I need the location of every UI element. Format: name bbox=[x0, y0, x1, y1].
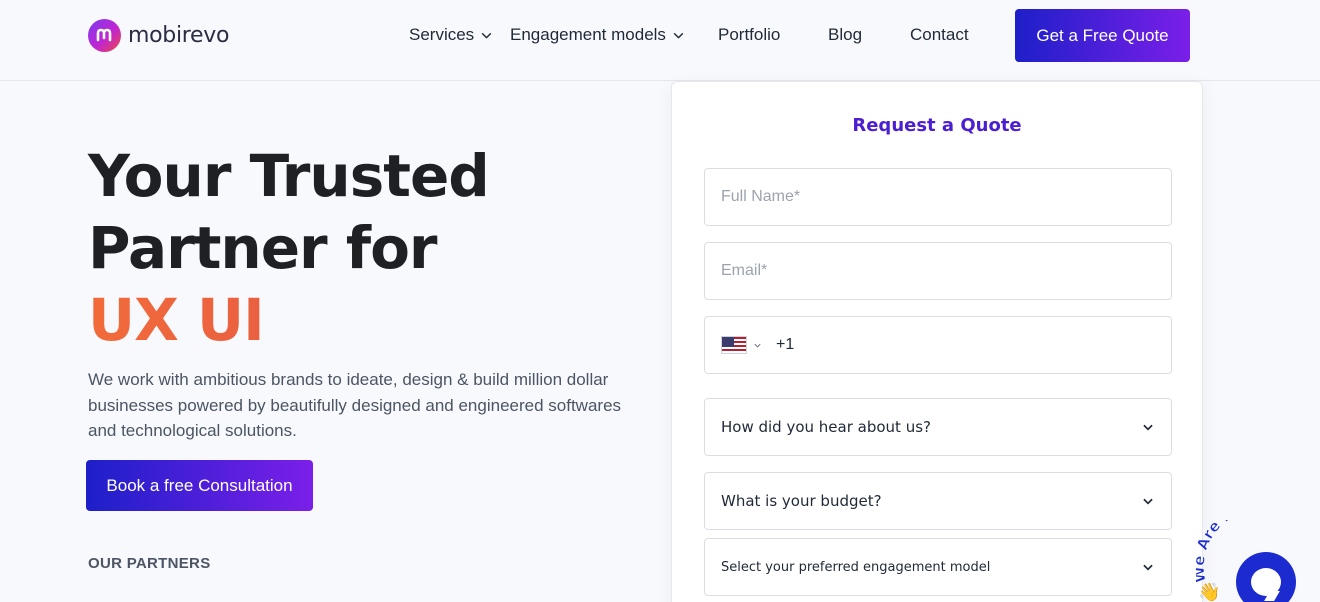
phone-country-code: +1 bbox=[776, 336, 795, 353]
chat-bubble-icon bbox=[1251, 568, 1281, 596]
get-free-quote-button[interactable]: Get a Free Quote bbox=[1015, 9, 1190, 62]
partners-heading: OUR PARTNERS bbox=[88, 555, 211, 572]
nav-item-label: Engagement models bbox=[510, 25, 666, 44]
email-field bbox=[704, 242, 1172, 300]
full-name-input[interactable] bbox=[721, 188, 1155, 206]
email-input[interactable] bbox=[721, 262, 1155, 280]
nav-item-label: Services bbox=[409, 25, 475, 44]
nav-item-portfolio[interactable]: Portfolio bbox=[718, 25, 780, 45]
site-header: mobirevo Services Engagement models Port… bbox=[0, 0, 1320, 81]
budget-select[interactable]: What is your budget? bbox=[704, 472, 1172, 530]
hero-title-line-2: Partner for bbox=[88, 214, 438, 282]
full-name-field bbox=[704, 168, 1172, 226]
main-nav: Services Engagement models Portfolio Blo… bbox=[0, 25, 1000, 47]
hero-title-line-1: Your Trusted bbox=[88, 142, 490, 210]
nav-item-label: Blog bbox=[828, 25, 863, 44]
hero-title-accent: UX UI bbox=[88, 284, 489, 356]
chevron-down-icon bbox=[1143, 564, 1153, 571]
chevron-down-icon bbox=[1143, 498, 1153, 505]
waving-hand-icon: 👋 bbox=[1198, 582, 1220, 602]
nav-item-label: Contact bbox=[910, 25, 969, 44]
hero-title: Your Trusted Partner for UX UI bbox=[88, 140, 490, 356]
us-flag-icon[interactable] bbox=[721, 336, 747, 354]
engagement-model-select-value: Select your preferred engagement model bbox=[721, 559, 991, 575]
form-title: Request a Quote bbox=[852, 115, 1022, 136]
chevron-down-icon bbox=[673, 32, 684, 39]
quote-form-card: Request a Quote +1 How did you hear abou… bbox=[671, 81, 1203, 602]
hear-about-select-value: How did you hear about us? bbox=[721, 418, 931, 436]
nav-item-engagement-models[interactable]: Engagement models bbox=[510, 25, 685, 45]
nav-item-services[interactable]: Services bbox=[409, 25, 493, 45]
phone-field[interactable]: +1 bbox=[704, 316, 1172, 374]
nav-item-label: Portfolio bbox=[718, 25, 781, 44]
nav-item-contact[interactable]: Contact bbox=[910, 25, 969, 45]
hear-about-select[interactable]: How did you hear about us? bbox=[704, 398, 1172, 456]
book-consultation-button[interactable]: Book a free Consultation bbox=[86, 460, 313, 511]
hero-description: We work with ambitious brands to ideate,… bbox=[88, 370, 622, 440]
budget-select-value: What is your budget? bbox=[721, 492, 882, 510]
engagement-model-select[interactable]: Select your preferred engagement model bbox=[704, 538, 1172, 596]
chevron-down-icon bbox=[1143, 424, 1153, 431]
nav-item-blog[interactable]: Blog bbox=[828, 25, 862, 45]
chevron-down-icon bbox=[481, 32, 492, 39]
chevron-down-icon[interactable] bbox=[753, 341, 762, 350]
